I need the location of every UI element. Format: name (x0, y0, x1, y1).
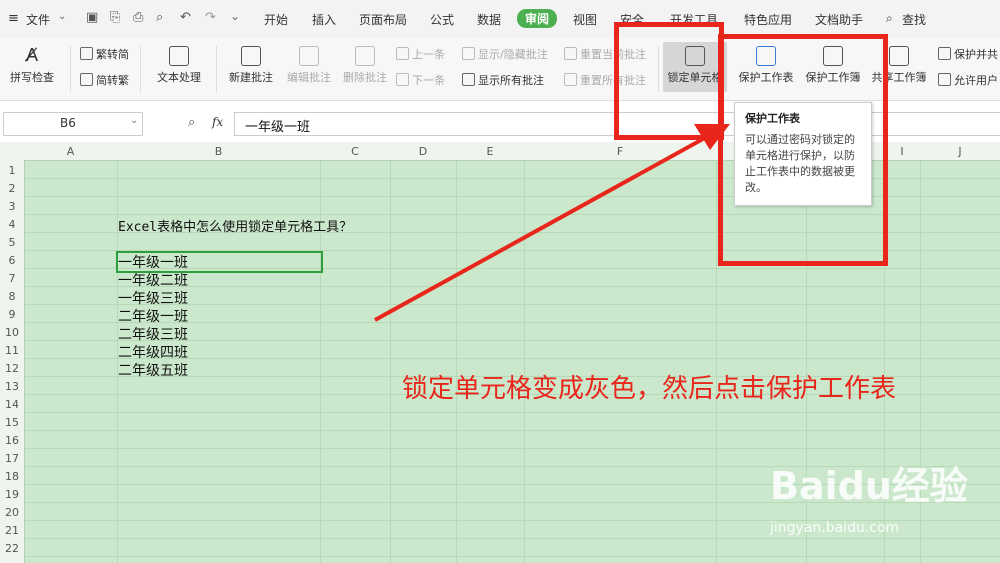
watermark-logo: Baidu经验 (770, 464, 968, 508)
annotation-caption: 锁定单元格变成灰色，然后点击保护工作表 (402, 374, 897, 404)
watermark-url: jingyan.baidu.com (770, 520, 900, 536)
